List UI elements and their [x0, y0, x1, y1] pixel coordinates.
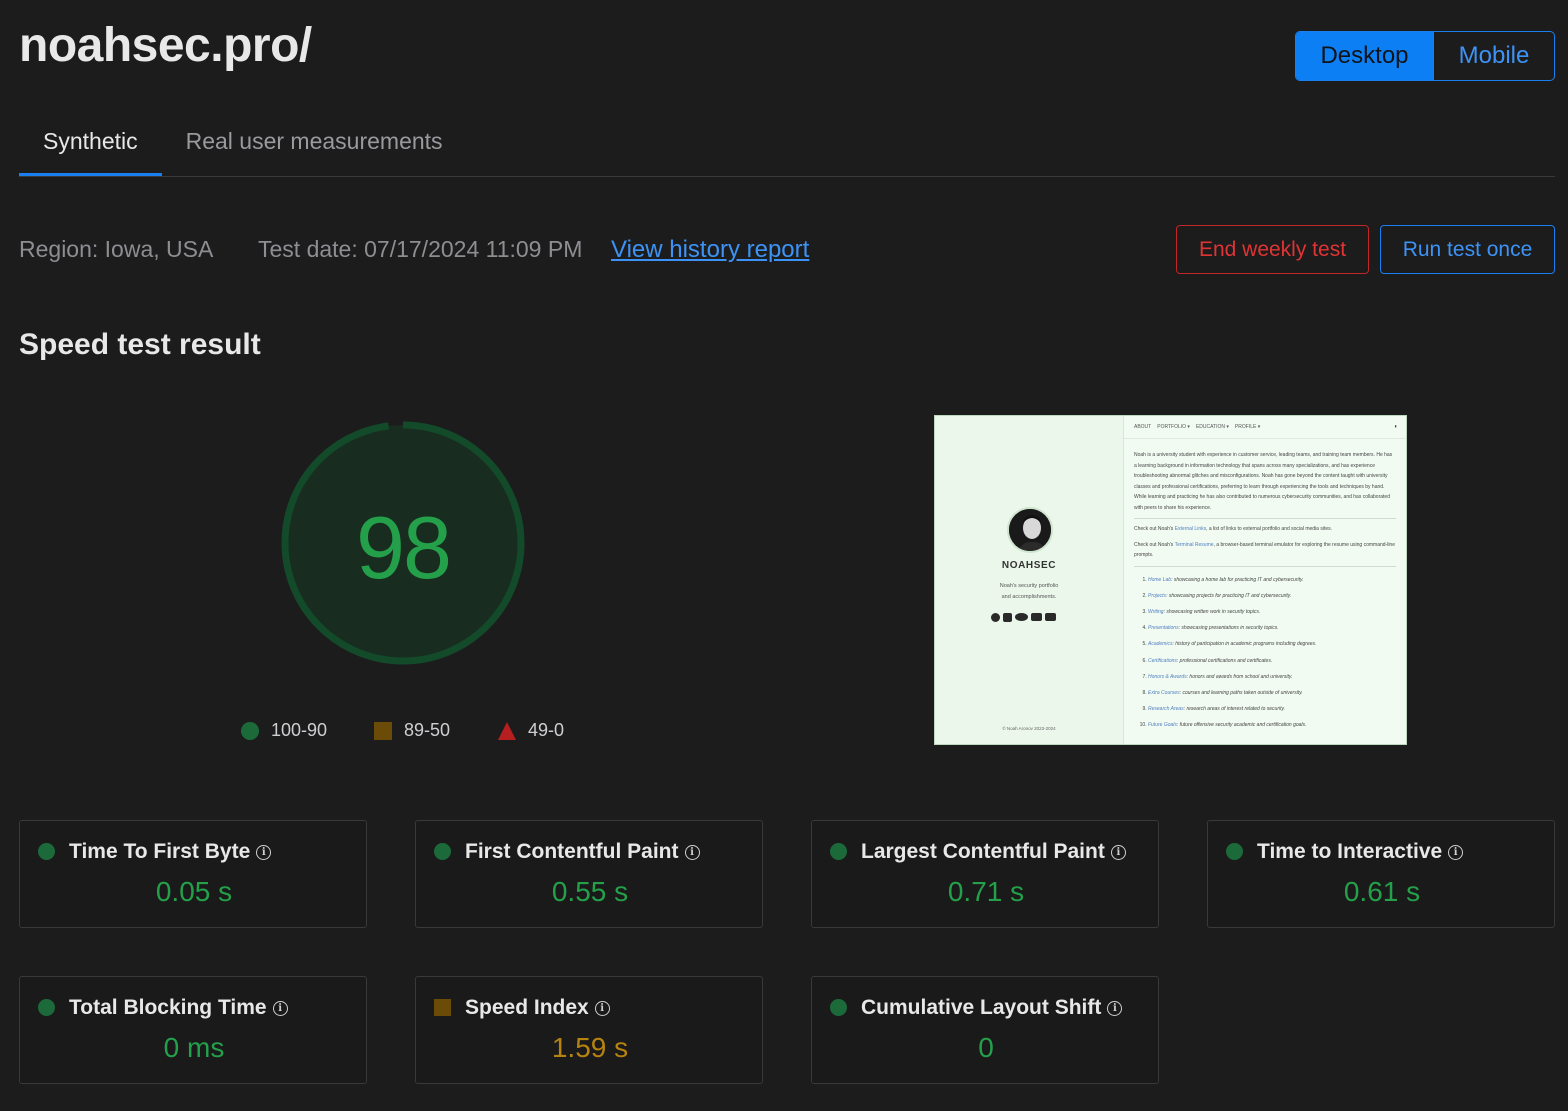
site-title: noahsec.pro/: [19, 19, 312, 72]
test-date-text: Test date: 07/17/2024 11:09 PM: [258, 236, 583, 262]
metric-label: Total Blocking Time i: [69, 996, 288, 1020]
preview-tagline: Noah's security portfolio and accomplish…: [999, 583, 1059, 600]
green-dot-icon: [1226, 843, 1243, 860]
preview-list-item: Certifications: professional certificati…: [1148, 653, 1396, 669]
circle-icon: [241, 721, 259, 740]
run-test-once-button[interactable]: Run test once: [1380, 225, 1555, 274]
preview-social-icons: [991, 613, 1056, 622]
github-icon: [991, 613, 1000, 622]
preview-list-item: Extra Courses: courses and learning path…: [1148, 685, 1396, 701]
info-icon[interactable]: i: [1448, 845, 1464, 860]
info-icon[interactable]: i: [594, 1001, 610, 1016]
metric-label: Cumulative Layout Shift i: [861, 996, 1123, 1020]
preview-list-item: Projects: showcasing projects for practi…: [1148, 588, 1396, 604]
metric-card: Total Blocking Time i 0 ms: [19, 976, 367, 1084]
metric-label: First Contentful Paint i: [465, 840, 700, 864]
tab-real-user-measurements[interactable]: Real user measurements: [162, 112, 467, 176]
preview-nav-divider: [1124, 438, 1406, 439]
divider: [1134, 518, 1396, 519]
preview-line-2: Check out Noah's Terminal Resume, a brow…: [1134, 541, 1395, 559]
green-dot-icon: [830, 843, 847, 860]
metric-value: 0.71 s: [947, 876, 1025, 907]
amber-square-icon: [434, 999, 451, 1016]
green-dot-icon: [38, 999, 55, 1016]
legend-poor: 49-0: [498, 720, 564, 741]
score-value: 98: [356, 498, 452, 597]
preview-nav-item: EDUCATION ▾: [1195, 424, 1229, 430]
green-dot-icon: [38, 843, 55, 860]
metric-card: First Contentful Paint i 0.55 s: [415, 820, 763, 928]
end-weekly-test-button[interactable]: End weekly test: [1176, 225, 1369, 274]
info-icon[interactable]: i: [1110, 845, 1126, 860]
preview-nav-item: PORTFOLIO ▾: [1157, 424, 1190, 430]
preview-sidebar: NOAHSEC Noah's security portfolio and ac…: [935, 416, 1123, 744]
metric-value: 0.55 s: [551, 876, 629, 907]
metric-value: 0.05 s: [155, 876, 233, 907]
preview-list-item: Honors & Awards: honors and awards from …: [1148, 669, 1396, 685]
legend-average: 89-50: [374, 720, 450, 741]
preview-content: ABOUT PORTFOLIO ▾ EDUCATION ▾ PROFILE ▾ …: [1123, 416, 1406, 744]
info-icon[interactable]: i: [1107, 1001, 1123, 1016]
preview-list-item: Presentations: showcasing presentations …: [1148, 620, 1396, 636]
device-toggle: Desktop Mobile: [1295, 31, 1555, 81]
metric-card: Speed Index i 1.59 s: [415, 976, 763, 1084]
preview-footer: © Noah Aronov 2023-2024: [1002, 726, 1056, 731]
avatar: [1007, 507, 1053, 553]
speed-result-title: Speed test result: [19, 328, 261, 361]
theme-toggle-icon: ◐: [1394, 424, 1398, 430]
view-history-link[interactable]: View history report: [611, 236, 809, 264]
info-icon[interactable]: i: [684, 845, 700, 860]
metric-label: Time to Interactive i: [1257, 840, 1464, 864]
portrait-image: [1009, 509, 1051, 551]
triangle-icon: [498, 721, 516, 740]
metric-card: Time to Interactive i 0.61 s: [1207, 820, 1555, 928]
mail-icon: [1045, 613, 1056, 621]
metric-value: 0.61 s: [1343, 876, 1421, 907]
metric-value: 1.59 s: [551, 1032, 629, 1063]
preview-intro: Noah is a university student with experi…: [1134, 452, 1393, 511]
metric-value: 0: [978, 1032, 994, 1063]
preview-name: NOAHSEC: [1001, 560, 1057, 571]
preview-list-item: Academics: history of participation in a…: [1148, 636, 1396, 652]
legend-poor-label: 49-0: [528, 720, 565, 740]
legend-good: 100-90: [241, 720, 327, 741]
region-text: Region: Iowa, USA: [19, 236, 214, 262]
divider: [1134, 565, 1396, 567]
legend-average-label: 89-50: [404, 720, 451, 740]
metric-card: Largest Contentful Paint i 0.71 s: [811, 820, 1159, 928]
info-icon[interactable]: i: [256, 845, 272, 860]
legend-good-label: 100-90: [271, 720, 328, 740]
metric-value: 0 ms: [163, 1032, 225, 1063]
metric-label: Largest Contentful Paint i: [861, 840, 1126, 864]
preview-nav-item: ABOUT: [1134, 424, 1152, 430]
preview-list: Home Lab: showcasing a home lab for prac…: [1134, 572, 1396, 734]
green-dot-icon: [830, 999, 847, 1016]
metric-card: Cumulative Layout Shift i 0: [811, 976, 1159, 1084]
preview-list-item: Research Areas: research areas of intere…: [1148, 701, 1396, 717]
desktop-button[interactable]: Desktop: [1296, 32, 1433, 80]
preview-body: Noah is a university student with experi…: [1134, 450, 1396, 734]
medium-icon: [1015, 613, 1028, 621]
info-icon[interactable]: i: [272, 1001, 288, 1016]
preview-list-item: Home Lab: showcasing a home lab for prac…: [1148, 572, 1396, 588]
page-screenshot-preview: NOAHSEC Noah's security portfolio and ac…: [934, 415, 1407, 745]
square-icon: [374, 721, 392, 740]
youtube-icon: [1031, 613, 1042, 621]
preview-nav: ABOUT PORTFOLIO ▾ EDUCATION ▾ PROFILE ▾: [1134, 424, 1260, 430]
preview-list-item: Future Goals: future offensive security …: [1148, 717, 1396, 733]
preview-list-item: Writing: showcasing written work in secu…: [1148, 604, 1396, 620]
metric-card: Time To First Byte i 0.05 s: [19, 820, 367, 928]
linkedin-icon: [1003, 613, 1012, 622]
preview-line-1: Check out Noah's External Links, a list …: [1134, 526, 1333, 532]
green-dot-icon: [434, 843, 451, 860]
preview-nav-item: PROFILE ▾: [1234, 424, 1261, 430]
metric-label: Speed Index i: [465, 996, 610, 1020]
tab-bar: Synthetic Real user measurements: [19, 112, 1555, 177]
tab-synthetic[interactable]: Synthetic: [19, 112, 162, 176]
metric-label: Time To First Byte i: [69, 840, 272, 864]
mobile-button[interactable]: Mobile: [1433, 32, 1554, 80]
